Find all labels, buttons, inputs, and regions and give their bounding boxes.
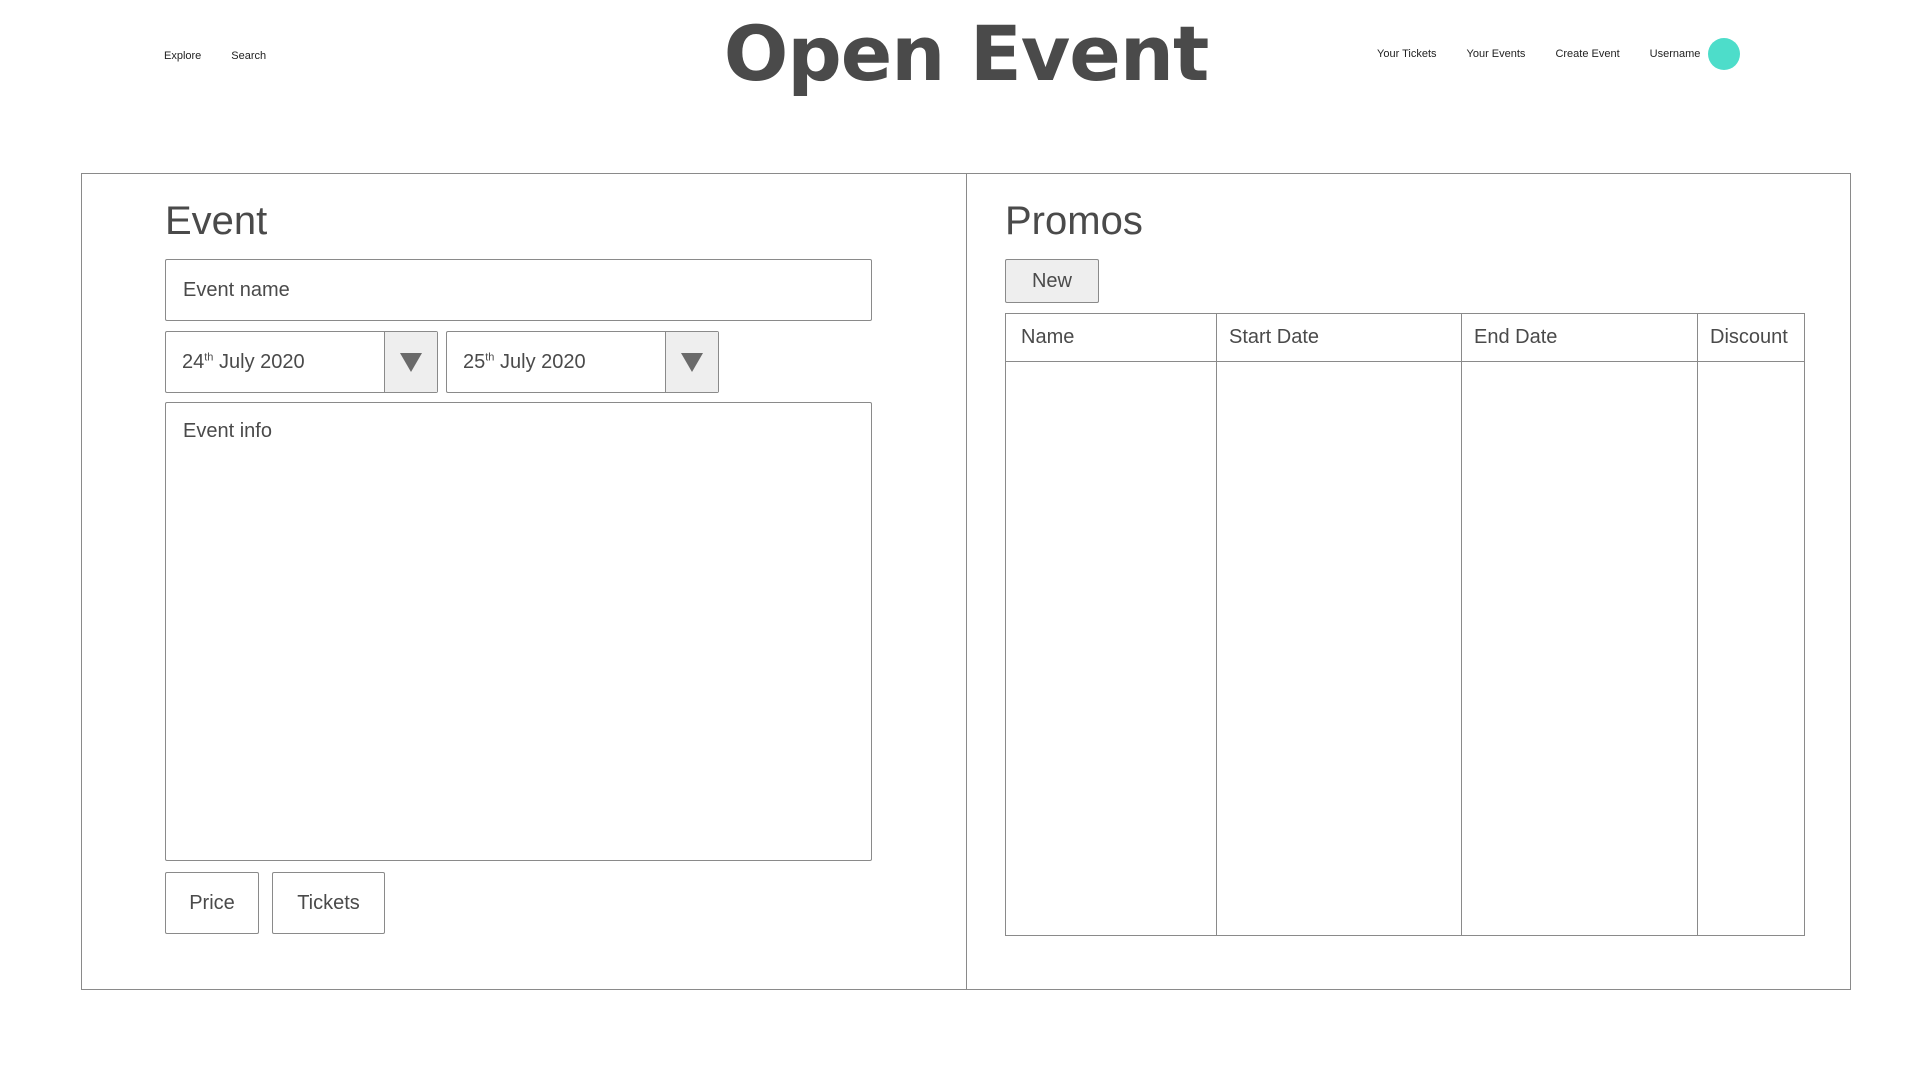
nav-your-events-link[interactable]: Your Events <box>1467 48 1526 60</box>
event-section-title: Event <box>165 199 268 243</box>
column-header-start-date[interactable]: Start Date <box>1229 326 1319 349</box>
start-date-value: 24th July 2020 <box>182 350 305 373</box>
end-date-value: 25th July 2020 <box>463 350 586 373</box>
event-name-placeholder: Event name <box>183 278 290 301</box>
end-date-dropdown-button[interactable] <box>665 332 718 392</box>
table-header-divider <box>1006 361 1804 362</box>
price-button[interactable]: Price <box>165 872 259 934</box>
avatar[interactable] <box>1708 38 1741 70</box>
tickets-button[interactable]: Tickets <box>272 872 385 934</box>
nav-username[interactable]: Username <box>1650 48 1701 60</box>
chevron-down-icon <box>400 352 422 372</box>
promos-table: Name Start Date End Date Discount <box>1005 313 1805 936</box>
start-date-dropdown-button[interactable] <box>384 332 437 392</box>
column-header-end-date[interactable]: End Date <box>1474 326 1557 349</box>
event-info-textarea[interactable]: Event info <box>165 402 872 861</box>
new-promo-button[interactable]: New <box>1005 259 1099 303</box>
panel-divider <box>966 174 967 989</box>
table-column-divider <box>1216 314 1217 935</box>
nav-right: Your Tickets Your Events Create Event Us… <box>1377 38 1741 70</box>
start-date-select[interactable]: 24th July 2020 <box>165 331 438 393</box>
event-name-field[interactable]: Event name <box>165 259 872 321</box>
column-header-name[interactable]: Name <box>1021 326 1074 349</box>
promos-section-title: Promos <box>1005 199 1143 243</box>
main-panel: Event Event name 24th July 2020 25th Jul… <box>81 173 1851 990</box>
end-date-select[interactable]: 25th July 2020 <box>446 331 719 393</box>
column-header-discount[interactable]: Discount <box>1710 326 1788 349</box>
nav-your-tickets-link[interactable]: Your Tickets <box>1377 48 1437 60</box>
nav-create-event-link[interactable]: Create Event <box>1555 48 1619 60</box>
table-column-divider <box>1461 314 1462 935</box>
event-info-placeholder: Event info <box>183 420 272 442</box>
chevron-down-icon <box>681 352 703 372</box>
table-column-divider <box>1697 314 1698 935</box>
